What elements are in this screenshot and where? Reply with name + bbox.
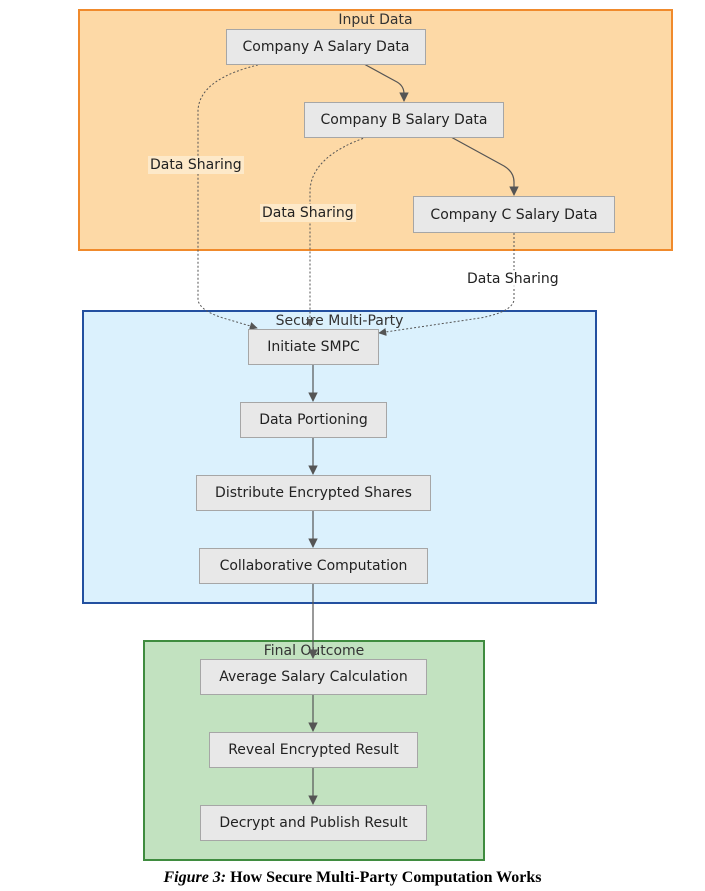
node-distribute-encrypted-shares[interactable]: Distribute Encrypted Shares [196,475,431,511]
edge-label-a-data-sharing: Data Sharing [148,156,244,174]
edge-label-b-data-sharing: Data Sharing [260,204,356,222]
node-data-portioning[interactable]: Data Portioning [240,402,387,438]
cluster-title-secure-multi-party: Secure Multi-Party [275,313,404,329]
figure-caption-label: Figure 3: [163,869,227,886]
cluster-title-final-outcome: Final Outcome [263,643,365,659]
node-company-c[interactable]: Company C Salary Data [413,196,615,233]
node-average-salary-calculation[interactable]: Average Salary Calculation [200,659,427,695]
node-collaborative-computation[interactable]: Collaborative Computation [199,548,428,584]
node-company-b[interactable]: Company B Salary Data [304,102,504,138]
figure-caption: Figure 3: How Secure Multi-Party Computa… [0,869,705,887]
figure-caption-text: How Secure Multi-Party Computation Works [226,869,542,886]
node-decrypt-and-publish-result[interactable]: Decrypt and Publish Result [200,805,427,841]
node-reveal-encrypted-result[interactable]: Reveal Encrypted Result [209,732,418,768]
node-initiate-smpc[interactable]: Initiate SMPC [248,329,379,365]
edge-label-c-data-sharing: Data Sharing [465,270,561,288]
node-company-a[interactable]: Company A Salary Data [226,29,426,65]
cluster-title-input-data: Input Data [338,12,413,28]
